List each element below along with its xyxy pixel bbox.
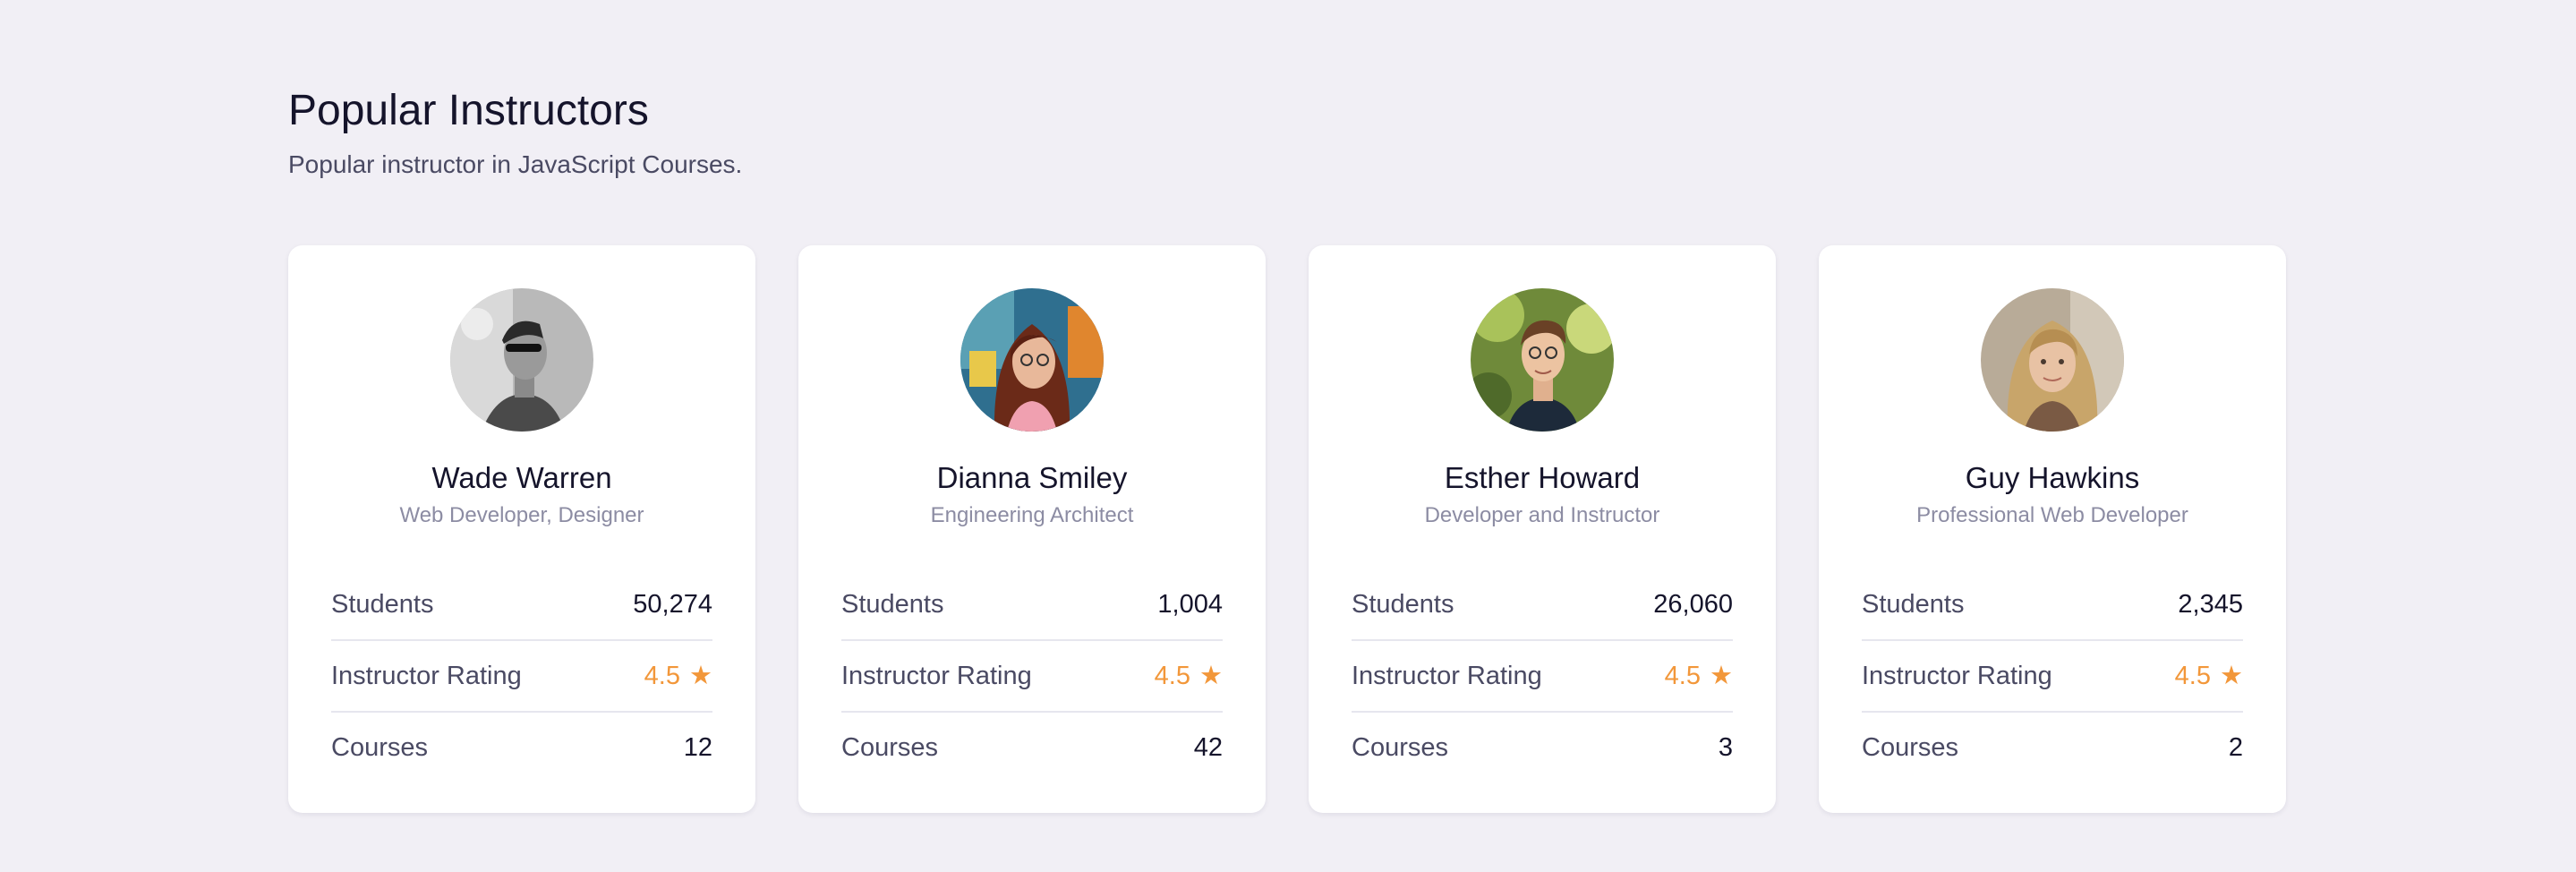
- stat-label: Students: [1352, 589, 1454, 619]
- instructor-name[interactable]: Esther Howard: [1445, 458, 1640, 498]
- instructor-stats: Students 2,345 Instructor Rating 4.5 ★ C…: [1862, 569, 2243, 782]
- stat-students: Students 50,274: [331, 569, 712, 641]
- stat-label: Students: [841, 589, 944, 619]
- instructor-card[interactable]: Dianna Smiley Engineering Architect Stud…: [798, 245, 1266, 813]
- stat-value: 26,060: [1653, 589, 1733, 619]
- star-icon: ★: [689, 661, 712, 690]
- stat-label: Instructor Rating: [331, 661, 522, 690]
- section-subtitle: Popular instructor in JavaScript Courses…: [288, 150, 743, 178]
- rating-value-group: 4.5 ★: [1665, 662, 1733, 691]
- stat-rating: Instructor Rating 4.5 ★: [331, 641, 712, 713]
- stat-courses: Courses 12: [331, 713, 712, 782]
- stat-label: Courses: [1862, 732, 1958, 762]
- stat-value: 12: [683, 732, 712, 762]
- stat-value: 4.5: [1154, 661, 1190, 690]
- instructor-name[interactable]: Wade Warren: [431, 458, 611, 498]
- stat-rating: Instructor Rating 4.5 ★: [1862, 641, 2243, 713]
- star-icon: ★: [1710, 661, 1733, 690]
- stat-students: Students 1,004: [841, 569, 1223, 641]
- stat-label: Instructor Rating: [1352, 661, 1542, 690]
- instructor-card[interactable]: Wade Warren Web Developer, Designer Stud…: [288, 245, 755, 813]
- stat-courses: Courses 2: [1862, 713, 2243, 782]
- rating-value-group: 4.5 ★: [644, 662, 712, 691]
- stat-courses: Courses 3: [1352, 713, 1733, 782]
- instructor-role: Web Developer, Designer: [399, 503, 644, 527]
- section-title: Popular Instructors: [288, 87, 649, 134]
- instructor-stats: Students 50,274 Instructor Rating 4.5 ★ …: [331, 569, 712, 782]
- stat-value: 42: [1193, 732, 1223, 762]
- stat-label: Courses: [331, 732, 428, 762]
- rating-value-group: 4.5 ★: [2175, 662, 2243, 691]
- stat-value: 3: [1718, 732, 1733, 762]
- stat-rating: Instructor Rating 4.5 ★: [1352, 641, 1733, 713]
- rating-value-group: 4.5 ★: [1155, 662, 1223, 691]
- instructor-name[interactable]: Guy Hawkins: [1966, 458, 2139, 498]
- stat-label: Instructor Rating: [1862, 661, 2052, 690]
- avatar[interactable]: [1471, 288, 1614, 432]
- avatar[interactable]: [450, 288, 593, 432]
- stat-value: 1,004: [1157, 589, 1223, 619]
- star-icon: ★: [1199, 661, 1223, 690]
- instructor-name[interactable]: Dianna Smiley: [937, 458, 1128, 498]
- stat-value: 4.5: [644, 661, 680, 690]
- avatar[interactable]: [1981, 288, 2124, 432]
- stat-value: 2: [2228, 732, 2243, 762]
- instructor-card[interactable]: Guy Hawkins Professional Web Developer S…: [1819, 245, 2286, 813]
- star-icon: ★: [2220, 661, 2243, 690]
- stat-students: Students 2,345: [1862, 569, 2243, 641]
- instructor-stats: Students 26,060 Instructor Rating 4.5 ★ …: [1352, 569, 1733, 782]
- stat-label: Courses: [1352, 732, 1448, 762]
- avatar[interactable]: [960, 288, 1104, 432]
- stat-value: 4.5: [1664, 661, 1701, 690]
- instructor-role: Professional Web Developer: [1916, 503, 2188, 527]
- stat-value: 2,345: [2178, 589, 2243, 619]
- instructor-stats: Students 1,004 Instructor Rating 4.5 ★ C…: [841, 569, 1223, 782]
- stat-rating: Instructor Rating 4.5 ★: [841, 641, 1223, 713]
- stat-label: Instructor Rating: [841, 661, 1032, 690]
- stat-value: 50,274: [633, 589, 712, 619]
- stat-label: Courses: [841, 732, 938, 762]
- stat-courses: Courses 42: [841, 713, 1223, 782]
- stat-students: Students 26,060: [1352, 569, 1733, 641]
- instructor-card[interactable]: Esther Howard Developer and Instructor S…: [1309, 245, 1776, 813]
- stat-value: 4.5: [2174, 661, 2211, 690]
- popular-instructors-section: Popular Instructors Popular instructor i…: [288, 82, 2286, 813]
- stat-label: Students: [331, 589, 434, 619]
- stat-label: Students: [1862, 589, 1965, 619]
- instructor-role: Developer and Instructor: [1424, 503, 1660, 527]
- instructor-role: Engineering Architect: [930, 503, 1134, 527]
- instructor-cards: Wade Warren Web Developer, Designer Stud…: [288, 245, 2286, 813]
